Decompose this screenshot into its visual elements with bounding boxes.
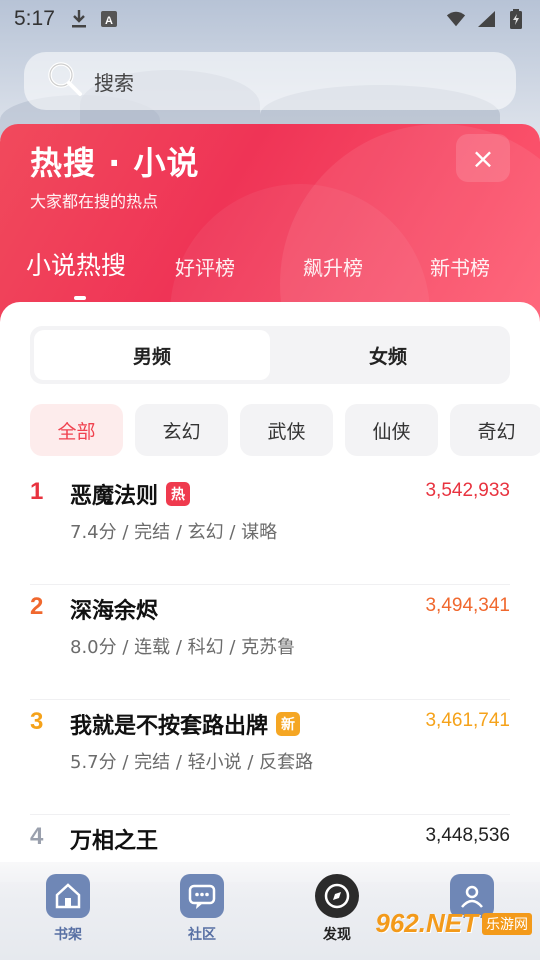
category-qihuan[interactable]: 奇幻 bbox=[450, 404, 540, 456]
wifi-icon bbox=[446, 9, 466, 29]
tab-novel-hot[interactable]: 小说热搜 bbox=[26, 246, 126, 282]
svg-text:A: A bbox=[105, 15, 113, 27]
category-chips: 全部 玄幻 武侠 仙侠 奇幻 bbox=[30, 404, 540, 456]
book-title: 我就是不按套路出牌 bbox=[70, 714, 269, 739]
book-title-row: 恶魔法则 热 bbox=[70, 478, 191, 510]
ranking-tabs: 小说热搜 好评榜 飙升榜 新书榜 bbox=[0, 244, 540, 294]
female-channel-button[interactable]: 女频 bbox=[270, 330, 506, 380]
search-input[interactable]: 搜索 bbox=[94, 67, 134, 96]
book-meta: 7.4分 / 完结 / 玄幻 / 谋略 bbox=[70, 522, 278, 543]
watermark-text: 乐游网 bbox=[482, 912, 532, 935]
keyboard-icon: A bbox=[99, 9, 119, 29]
chat-icon bbox=[180, 874, 224, 918]
search-bar[interactable]: 搜索 bbox=[24, 52, 516, 110]
compass-icon bbox=[315, 874, 359, 918]
search-count: 3,448,536 bbox=[425, 825, 510, 846]
nav-discover[interactable]: 发现 bbox=[297, 874, 377, 944]
book-meta: 8.0分 / 连载 / 科幻 / 克苏鲁 bbox=[70, 637, 296, 658]
panel-subtitle: 大家都在搜的热点 bbox=[30, 192, 159, 211]
rank-number: 3 bbox=[30, 708, 44, 735]
list-item[interactable]: 1 恶魔法则 热 7.4分 / 完结 / 玄幻 / 谋略 3,542,933 bbox=[30, 470, 510, 585]
rank-number: 2 bbox=[30, 593, 44, 620]
category-xianxia[interactable]: 仙侠 bbox=[345, 404, 438, 456]
tab-new-books[interactable]: 新书榜 bbox=[430, 252, 490, 281]
nav-community[interactable]: 社区 bbox=[162, 874, 242, 944]
search-count: 3,494,341 bbox=[425, 595, 510, 616]
book-title-row: 我就是不按套路出牌 新 bbox=[70, 708, 301, 740]
book-title-row: 万相之王 bbox=[70, 823, 158, 855]
book-title: 深海余烬 bbox=[70, 599, 159, 624]
close-icon: × bbox=[471, 141, 495, 175]
rank-number: 1 bbox=[30, 478, 44, 505]
close-button[interactable]: × bbox=[456, 134, 510, 182]
category-all[interactable]: 全部 bbox=[30, 404, 123, 456]
book-title: 恶魔法则 bbox=[70, 484, 159, 509]
ranking-list: 1 恶魔法则 热 7.4分 / 完结 / 玄幻 / 谋略 3,542,933 2… bbox=[30, 470, 510, 882]
search-count: 3,461,741 bbox=[425, 710, 510, 731]
search-icon bbox=[46, 60, 84, 102]
nav-label: 发现 bbox=[323, 927, 351, 943]
panel-title: 热搜 · 小说 bbox=[30, 144, 200, 182]
download-icon bbox=[69, 9, 89, 29]
book-title-row: 深海余烬 bbox=[70, 593, 158, 625]
book-meta: 5.7分 / 完结 / 轻小说 / 反套路 bbox=[70, 752, 314, 773]
rank-number: 4 bbox=[30, 823, 44, 850]
watermark: 962.NET 乐游网 bbox=[375, 908, 532, 939]
ranking-card: 男频 女频 全部 玄幻 武侠 仙侠 奇幻 1 恶魔法则 热 7.4分 / 完结 … bbox=[0, 302, 540, 882]
active-tab-indicator bbox=[74, 296, 86, 300]
nav-label: 社区 bbox=[188, 927, 216, 943]
gender-toggle: 男频 女频 bbox=[30, 326, 510, 384]
male-channel-button[interactable]: 男频 bbox=[34, 330, 270, 380]
list-item[interactable]: 3 我就是不按套路出牌 新 5.7分 / 完结 / 轻小说 / 反套路 3,46… bbox=[30, 700, 510, 815]
signal-icon bbox=[476, 9, 496, 29]
nav-label: 书架 bbox=[54, 927, 82, 943]
search-count: 3,542,933 bbox=[425, 480, 510, 501]
nav-bookshelf[interactable]: 书架 bbox=[28, 874, 108, 944]
list-item[interactable]: 2 深海余烬 8.0分 / 连载 / 科幻 / 克苏鲁 3,494,341 bbox=[30, 585, 510, 700]
category-wuxia[interactable]: 武侠 bbox=[240, 404, 333, 456]
tab-rising[interactable]: 飙升榜 bbox=[303, 252, 363, 281]
house-icon bbox=[46, 874, 90, 918]
watermark-logo: 962.NET bbox=[375, 908, 478, 938]
tab-top-rated[interactable]: 好评榜 bbox=[175, 252, 235, 281]
book-title: 万相之王 bbox=[70, 829, 159, 854]
status-time: 5:17 bbox=[14, 7, 55, 30]
new-badge: 新 bbox=[276, 712, 301, 736]
battery-icon bbox=[506, 9, 526, 29]
category-xuanhuan[interactable]: 玄幻 bbox=[135, 404, 228, 456]
hot-badge: 热 bbox=[166, 482, 191, 506]
status-bar: 5:17 A bbox=[0, 0, 540, 38]
